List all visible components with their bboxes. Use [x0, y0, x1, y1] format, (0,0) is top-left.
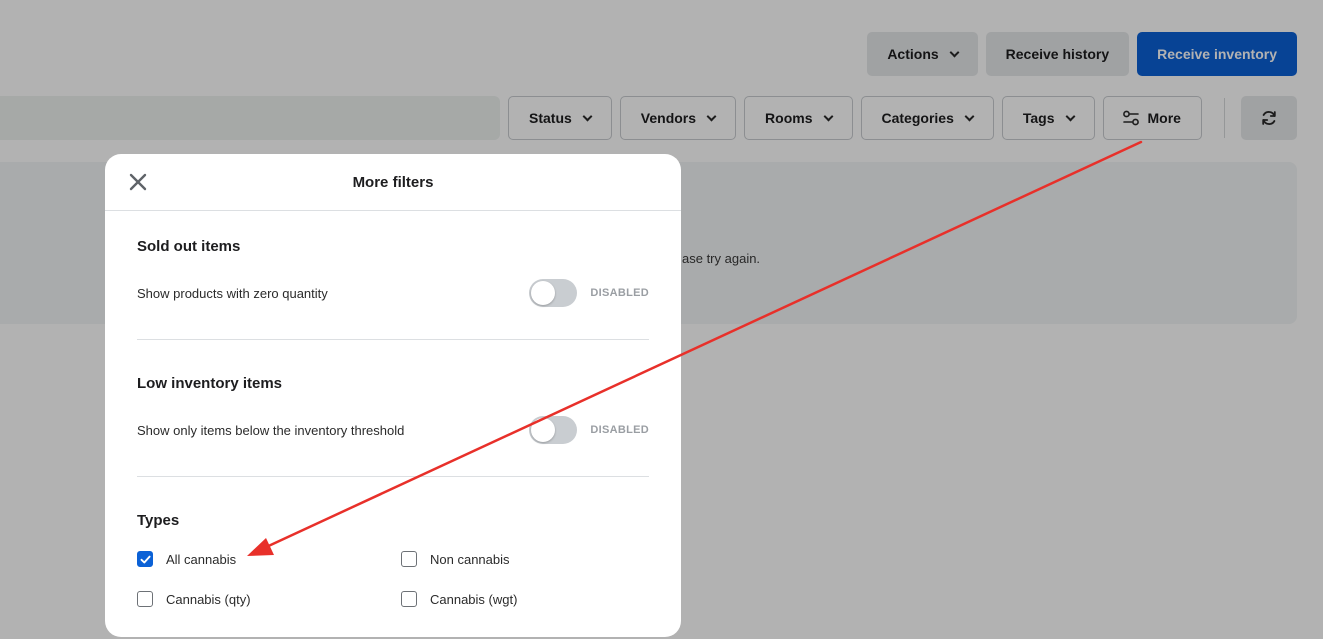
- types-section: Types: [137, 512, 649, 529]
- cannabis-qty-label: Cannabis (qty): [166, 591, 251, 607]
- modal-header: More filters: [105, 154, 681, 211]
- sold-out-label: Show products with zero quantity: [137, 285, 328, 301]
- all-cannabis-option[interactable]: All cannabis: [137, 551, 236, 567]
- low-inventory-toggle-group: DISABLED: [529, 416, 649, 444]
- close-icon[interactable]: [127, 171, 149, 193]
- non-cannabis-checkbox[interactable]: [401, 551, 417, 567]
- cannabis-qty-checkbox[interactable]: [137, 591, 153, 607]
- low-inventory-status: DISABLED: [590, 424, 649, 436]
- low-inventory-section: Low inventory items Show only items belo…: [137, 375, 649, 444]
- sold-out-row: Show products with zero quantity DISABLE…: [137, 279, 649, 307]
- all-cannabis-checkbox[interactable]: [137, 551, 153, 567]
- toggle-knob: [531, 418, 556, 442]
- sold-out-toggle-group: DISABLED: [529, 279, 649, 307]
- types-checkbox-grid: All cannabis Non cannabis Cannabis (qty)…: [137, 551, 649, 611]
- low-inventory-row: Show only items below the inventory thre…: [137, 416, 649, 444]
- low-inventory-toggle[interactable]: [529, 416, 578, 444]
- sold-out-title: Sold out items: [137, 238, 241, 255]
- cannabis-wgt-checkbox[interactable]: [401, 591, 417, 607]
- types-title: Types: [137, 512, 180, 529]
- sold-out-toggle[interactable]: [529, 279, 578, 307]
- section-divider: [137, 339, 649, 340]
- more-filters-modal: More filters Sold out items Show product…: [105, 154, 681, 637]
- cannabis-wgt-label: Cannabis (wgt): [430, 591, 518, 607]
- sold-out-status: DISABLED: [590, 287, 649, 299]
- non-cannabis-label: Non cannabis: [430, 551, 510, 567]
- section-divider: [137, 476, 649, 477]
- cannabis-wgt-option[interactable]: Cannabis (wgt): [401, 591, 517, 607]
- modal-title: More filters: [352, 173, 434, 191]
- low-inventory-label: Show only items below the inventory thre…: [137, 422, 405, 438]
- checkmark-icon: [140, 555, 151, 563]
- sold-out-section: Sold out items Show products with zero q…: [137, 238, 649, 307]
- cannabis-qty-option[interactable]: Cannabis (qty): [137, 591, 251, 607]
- non-cannabis-option[interactable]: Non cannabis: [401, 551, 510, 567]
- low-inventory-title: Low inventory items: [137, 375, 283, 392]
- all-cannabis-label: All cannabis: [166, 551, 237, 567]
- toggle-knob: [531, 281, 556, 305]
